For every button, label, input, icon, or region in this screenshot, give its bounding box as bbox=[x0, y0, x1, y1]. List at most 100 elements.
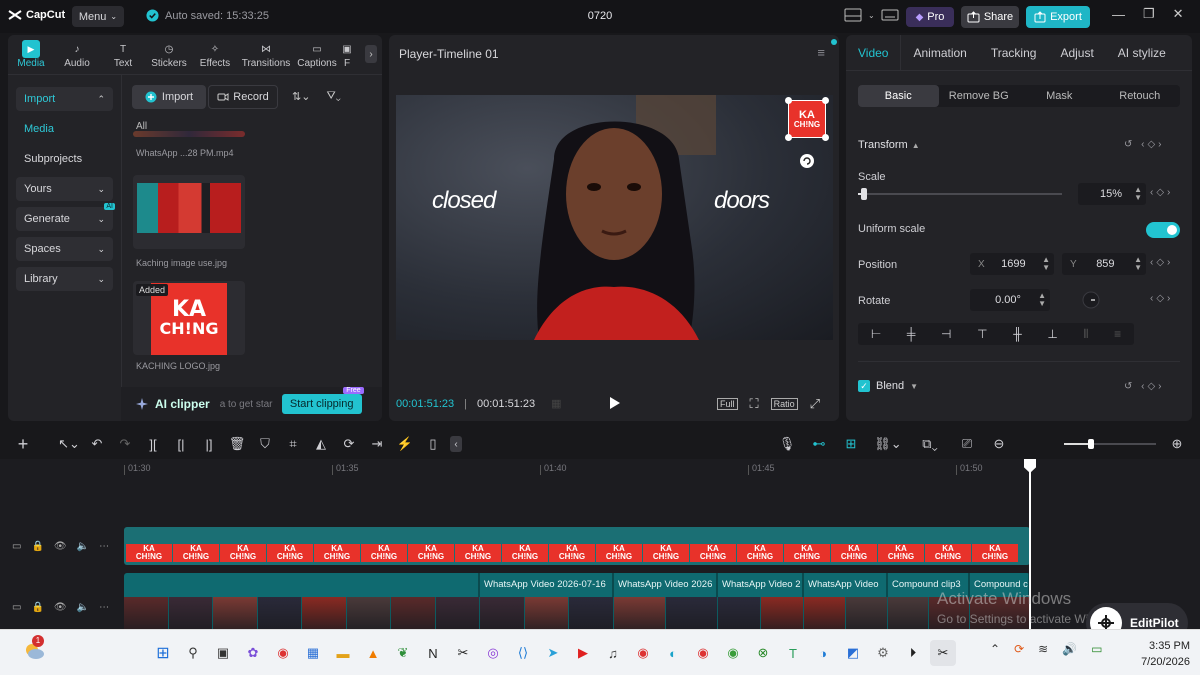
zoom-in-icon[interactable]: ⊕ bbox=[1166, 433, 1188, 455]
chrome-alt-icon[interactable]: ◉ bbox=[690, 640, 716, 666]
blend-reset-keyframe[interactable]: ↺ ‹◇› bbox=[1124, 381, 1165, 392]
app-icon[interactable]: T bbox=[780, 640, 806, 666]
scale-slider-knob[interactable] bbox=[861, 188, 868, 200]
loop-icon[interactable]: ⟳ bbox=[338, 433, 360, 455]
tab-stickers[interactable]: ◷ Stickers bbox=[146, 40, 192, 70]
minimize-icon[interactable]: — bbox=[1112, 7, 1125, 22]
magic-wand-icon[interactable]: ⚡ bbox=[394, 433, 416, 455]
player-menu-icon[interactable]: ≡ bbox=[817, 45, 825, 60]
inspector-tab-tracking[interactable]: Tracking bbox=[979, 35, 1049, 71]
chevron-right-icon[interactable]: › bbox=[365, 45, 377, 63]
inspector-tab-animation[interactable]: Animation bbox=[901, 35, 978, 71]
microphone-icon[interactable]: 🎙 bbox=[776, 433, 798, 455]
transform-section-header[interactable]: Transform ▲ bbox=[858, 139, 920, 151]
volume-icon[interactable]: 🔈 bbox=[77, 602, 89, 613]
chevron-left-icon[interactable]: ‹ bbox=[450, 436, 462, 452]
chevron-down-icon[interactable]: ⌄ bbox=[868, 11, 875, 20]
resize-handle[interactable] bbox=[822, 134, 829, 141]
position-y-input[interactable]: Y 859 ▲ ▼ bbox=[1062, 253, 1146, 275]
notion-icon[interactable]: N bbox=[420, 640, 446, 666]
undo-icon[interactable]: ↶ bbox=[86, 433, 108, 455]
align-center-h-icon[interactable]: ╪ bbox=[907, 327, 916, 341]
speaker-icon[interactable]: 🔊 bbox=[1062, 642, 1077, 656]
battery-icon[interactable]: ▭ bbox=[1091, 642, 1102, 656]
wifi-icon[interactable]: ≋ bbox=[1038, 642, 1048, 656]
sort-icon[interactable]: ⇅⌄ bbox=[292, 90, 310, 103]
sidebar-item-import[interactable]: Import ⌃ bbox=[16, 87, 113, 111]
sidebar-item-library[interactable]: Library ⌄ bbox=[16, 267, 113, 291]
add-track-icon[interactable]: + bbox=[12, 433, 34, 455]
tab-effects[interactable]: ✧ Effects bbox=[192, 40, 238, 70]
media-item-video[interactable] bbox=[133, 131, 245, 137]
export-button[interactable]: Export bbox=[1026, 6, 1090, 28]
close-icon[interactable]: ✕ bbox=[1173, 6, 1184, 22]
xbox-icon[interactable]: ⊗ bbox=[750, 640, 776, 666]
volume-icon[interactable]: 🔈 bbox=[77, 541, 89, 552]
resize-handle[interactable] bbox=[785, 97, 792, 104]
tab-captions[interactable]: ▭ Captions bbox=[294, 40, 340, 70]
ai-clipper-hint[interactable]: a to get star bbox=[220, 399, 276, 410]
play-icon[interactable] bbox=[609, 396, 621, 410]
layout-icon[interactable] bbox=[844, 8, 862, 22]
position-keyframe[interactable]: ‹◇› bbox=[1150, 257, 1173, 268]
stepper-icon[interactable]: ▲ ▼ bbox=[1042, 256, 1050, 272]
transform-reset-keyframe[interactable]: ↺ ‹◇› bbox=[1124, 139, 1165, 150]
podcast-icon[interactable]: ◎ bbox=[480, 640, 506, 666]
capcut-active-icon[interactable]: ✂ bbox=[930, 640, 956, 666]
stepper-icon[interactable]: ▲ ▼ bbox=[1134, 256, 1142, 272]
video-preview[interactable]: closed doors KA CH!NG bbox=[396, 95, 833, 340]
scale-input[interactable]: 15% ▲ ▼ bbox=[1078, 183, 1146, 205]
record-button[interactable]: Record bbox=[208, 85, 278, 109]
align-left-icon[interactable]: ⊢ bbox=[871, 327, 881, 341]
import-button[interactable]: Import bbox=[132, 85, 206, 109]
fullscreen-icon[interactable]: ⤢ bbox=[810, 396, 820, 412]
resize-handle[interactable] bbox=[822, 97, 829, 104]
split-right-icon[interactable]: |] bbox=[198, 433, 220, 455]
align-top-icon[interactable]: ⊤ bbox=[977, 327, 987, 341]
fit-screen-icon[interactable]: ⛶ bbox=[750, 396, 759, 412]
sticker-clip[interactable]: KA CH!NG KA CH!NG KA CH!NG KA CH!NG KA CH!NG… bbox=[124, 527, 1030, 565]
distribute-h-icon[interactable]: ⫴ bbox=[1083, 327, 1088, 342]
chrome-canary-icon[interactable]: ◉ bbox=[720, 640, 746, 666]
resize-icon[interactable]: ▯ bbox=[422, 433, 444, 455]
subtab-basic[interactable]: Basic bbox=[858, 85, 939, 107]
delete-icon[interactable]: 🗑 bbox=[226, 433, 248, 455]
preview-axis-icon[interactable]: ⧉⌄ bbox=[914, 433, 946, 455]
timeline-ruler[interactable]: 01:30 01:35 01:40 01:45 01:50 bbox=[124, 459, 1200, 479]
windows-start-icon[interactable]: ⊞ bbox=[150, 640, 176, 666]
shield-icon[interactable]: ⛉ bbox=[254, 433, 276, 455]
inspector-tab-ai-stylize[interactable]: AI stylize bbox=[1106, 35, 1178, 71]
restore-icon[interactable]: ❐ bbox=[1143, 6, 1155, 22]
capcut-icon[interactable]: ✂ bbox=[450, 640, 476, 666]
overlay-text-left[interactable]: closed bbox=[432, 187, 496, 215]
sidebar-item-spaces[interactable]: Spaces ⌄ bbox=[16, 237, 113, 261]
photos-icon[interactable]: ◩ bbox=[840, 640, 866, 666]
subtab-mask[interactable]: Mask bbox=[1019, 85, 1100, 107]
stepper-icon[interactable]: ▲ ▼ bbox=[1134, 186, 1142, 202]
overlay-text-right[interactable]: doors bbox=[714, 187, 770, 215]
music-icon[interactable]: ♫ bbox=[600, 640, 626, 666]
file-explorer-icon[interactable]: ▬ bbox=[330, 640, 356, 666]
search-icon[interactable]: ⚲ bbox=[180, 640, 206, 666]
sidebar-item-generate[interactable]: Generate ⌄ AI bbox=[16, 203, 115, 231]
tab-f[interactable]: ▣ F bbox=[340, 40, 354, 70]
ratio-button[interactable]: Ratio bbox=[770, 398, 798, 410]
sidebar-item-subprojects[interactable]: Subprojects bbox=[16, 147, 113, 171]
blend-checkbox[interactable]: ✓ bbox=[858, 380, 870, 392]
align-right-icon[interactable]: ⊣ bbox=[941, 327, 951, 341]
crop-icon[interactable]: ⌗ bbox=[282, 433, 304, 455]
align-bottom-icon[interactable]: ⊥ bbox=[1047, 327, 1057, 341]
tab-media[interactable]: ▶ Media bbox=[8, 40, 54, 69]
clock[interactable]: 3:35 PM 7/20/2026 bbox=[1120, 638, 1190, 670]
subtab-retouch[interactable]: Retouch bbox=[1100, 85, 1181, 107]
task-view-icon[interactable]: ▣ bbox=[210, 640, 236, 666]
select-tool-icon[interactable]: ↖⌄ bbox=[58, 433, 80, 455]
chrome-profile-icon[interactable]: ◉ bbox=[630, 640, 656, 666]
vlc-icon[interactable]: ▲ bbox=[360, 640, 386, 666]
caption-track-icon[interactable]: ⎚ bbox=[956, 433, 978, 455]
media-player-icon[interactable]: ⏵ bbox=[900, 640, 926, 666]
freeze-icon[interactable]: ⇥ bbox=[366, 433, 388, 455]
lock-icon[interactable]: 🔒 bbox=[31, 541, 43, 552]
sidebar-item-media[interactable]: Media bbox=[16, 117, 113, 141]
settings-icon[interactable]: ⚙ bbox=[870, 640, 896, 666]
